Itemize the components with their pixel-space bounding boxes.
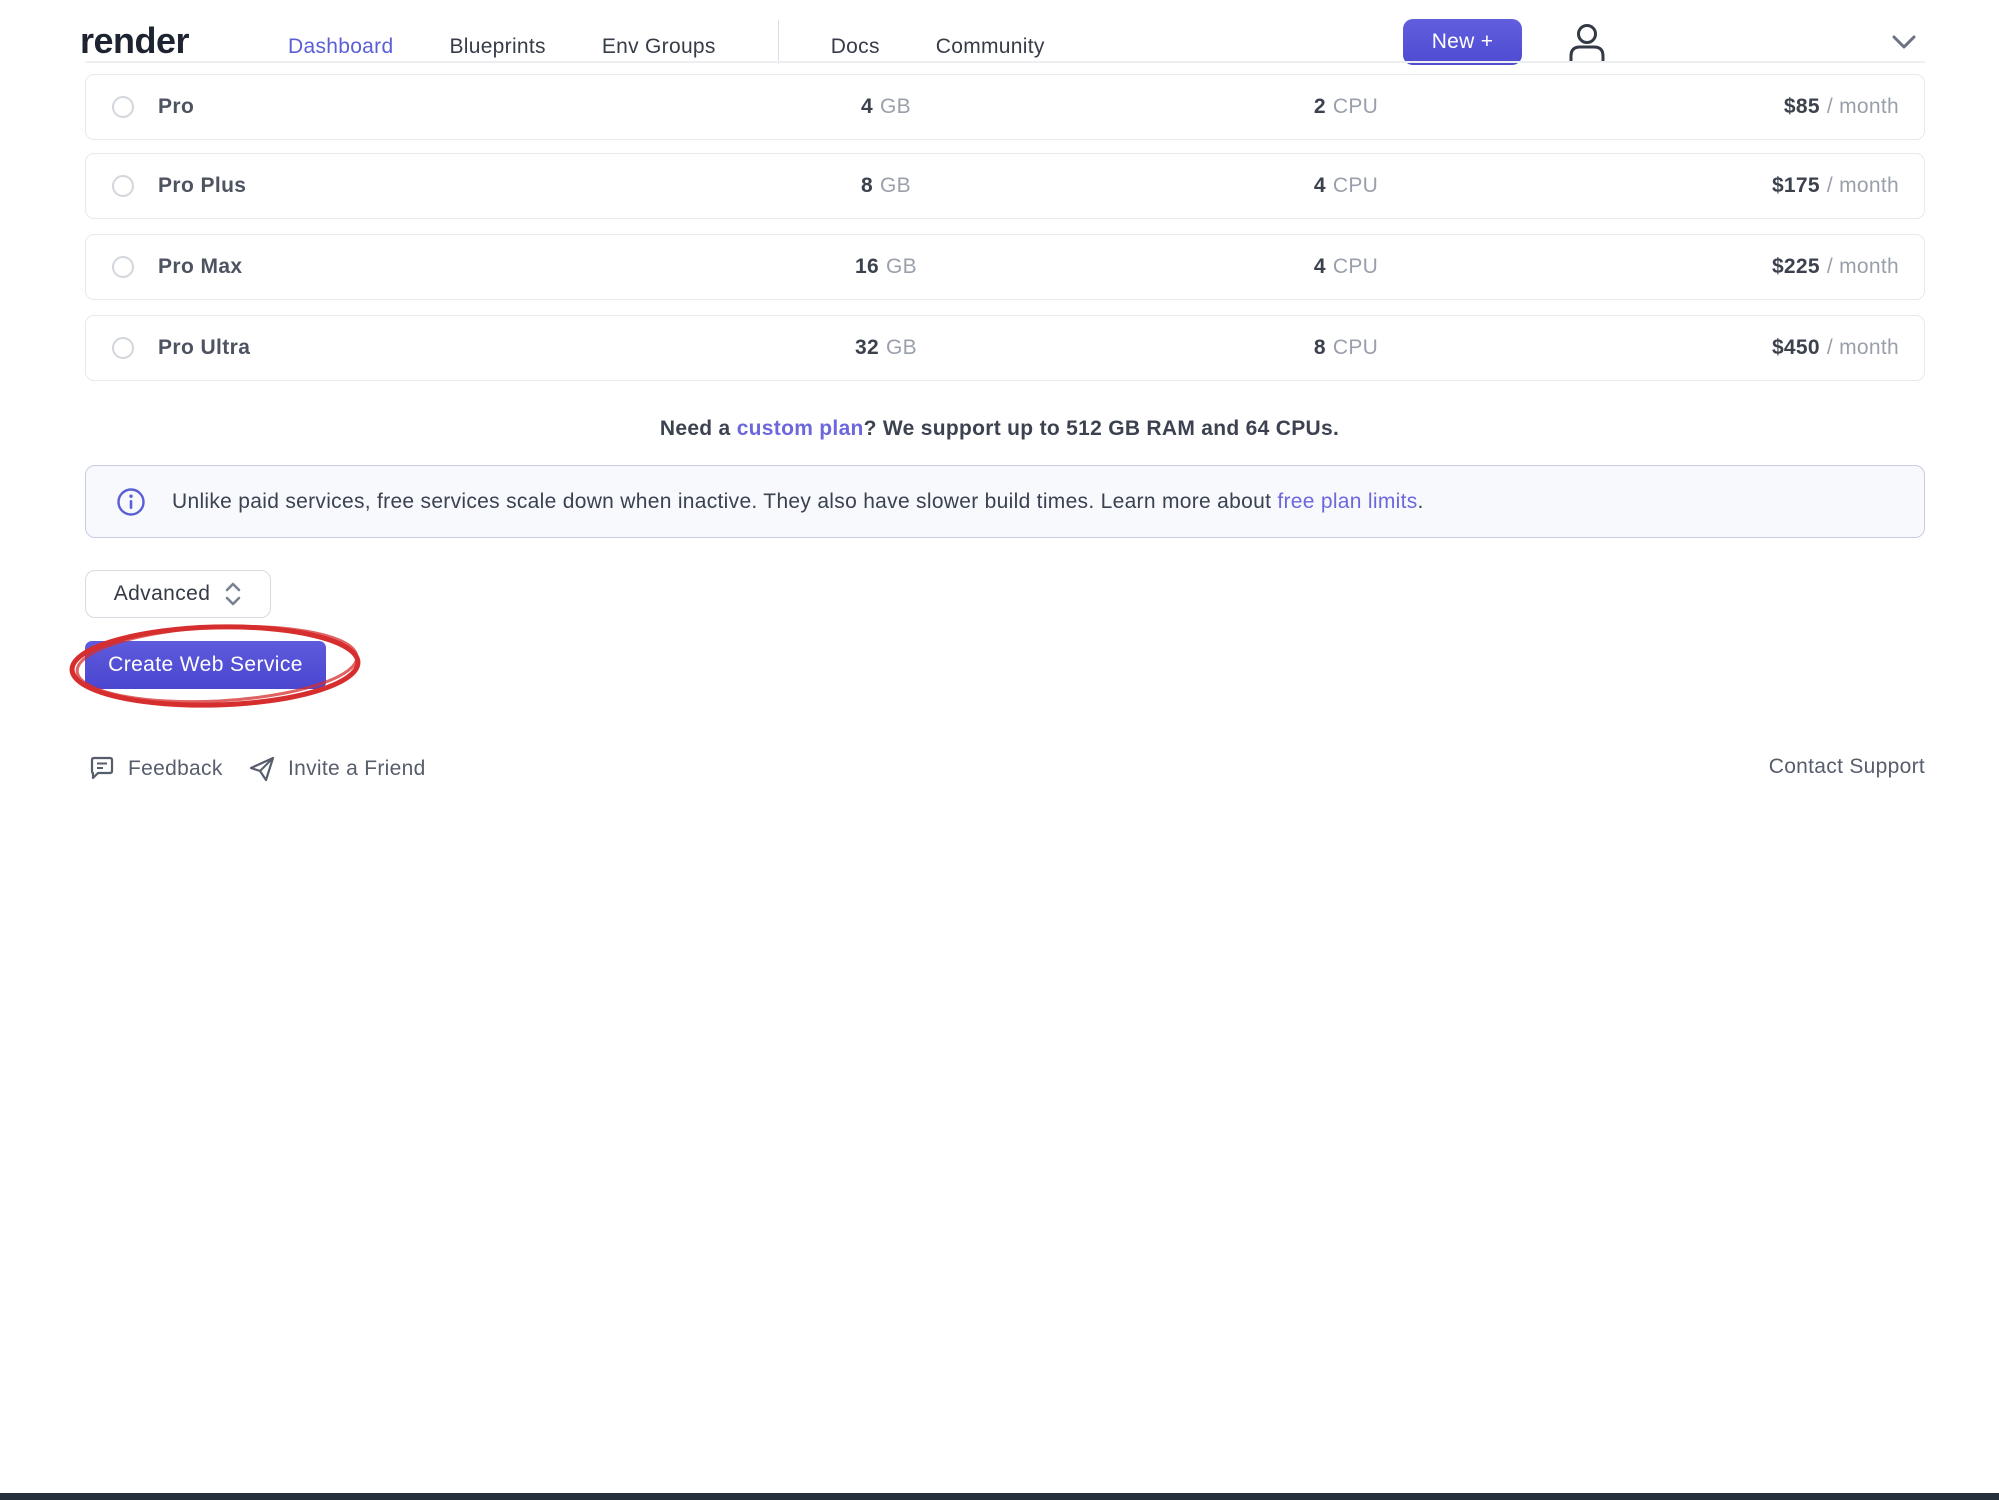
radio-button[interactable] xyxy=(112,96,134,118)
price-cell: $225 / month xyxy=(1772,235,1899,299)
ram-unit: GB xyxy=(880,95,911,119)
chevron-down-icon[interactable] xyxy=(1890,32,1918,57)
plan-row-pro-plus[interactable]: Pro Plus 8 GB 4 CPU $175 / month xyxy=(85,153,1925,219)
plan-name-cell: Pro Plus xyxy=(112,154,246,218)
ram-value: 4 xyxy=(861,95,873,119)
ram-value: 32 xyxy=(855,336,879,360)
contact-support-label: Contact Support xyxy=(1769,755,1925,779)
price-value: $175 xyxy=(1772,174,1820,198)
price-value: $225 xyxy=(1772,255,1820,279)
banner-text: Unlike paid services, free services scal… xyxy=(172,490,1424,514)
up-down-chevron-icon xyxy=(224,581,242,607)
ram-cell: 8 GB xyxy=(776,154,996,218)
render-dashboard-page: render Dashboard Blueprints Env Groups D… xyxy=(0,0,1999,1500)
custom-plan-prefix: Need a xyxy=(660,417,737,440)
cpu-value: 8 xyxy=(1314,336,1326,360)
speech-bubble-icon xyxy=(88,755,116,783)
price-suffix: / month xyxy=(1827,174,1899,198)
plan-name: Pro xyxy=(158,95,194,119)
cpu-cell: 4 CPU xyxy=(1236,235,1456,299)
plan-name-cell: Pro Ultra xyxy=(112,316,250,380)
ram-unit: GB xyxy=(886,336,917,360)
free-plan-info-banner: Unlike paid services, free services scal… xyxy=(85,465,1925,538)
advanced-toggle[interactable]: Advanced xyxy=(85,570,271,618)
nav-item-env-groups[interactable]: Env Groups xyxy=(602,35,716,59)
render-logo[interactable]: render xyxy=(80,20,189,62)
ram-cell: 32 GB xyxy=(776,316,996,380)
nav-item-blueprints[interactable]: Blueprints xyxy=(449,35,545,59)
cpu-value: 2 xyxy=(1314,95,1326,119)
ram-cell: 16 GB xyxy=(776,235,996,299)
ram-unit: GB xyxy=(880,174,911,198)
price-cell: $450 / month xyxy=(1772,316,1899,380)
price-value: $450 xyxy=(1772,336,1820,360)
ram-cell: 4 GB xyxy=(776,75,996,139)
free-plan-limits-link[interactable]: free plan limits xyxy=(1277,490,1417,513)
plan-name-cell: Pro xyxy=(112,75,194,139)
custom-plan-suffix: ? We support up to 512 GB RAM and 64 CPU… xyxy=(864,417,1339,440)
cpu-cell: 4 CPU xyxy=(1236,154,1456,218)
info-icon xyxy=(116,487,146,517)
price-suffix: / month xyxy=(1827,95,1899,119)
plan-name: Pro Plus xyxy=(158,174,246,198)
plan-row-pro[interactable]: Pro 4 GB 2 CPU $85 / month xyxy=(85,74,1925,140)
invite-label: Invite a Friend xyxy=(288,757,426,781)
nav-item-dashboard[interactable]: Dashboard xyxy=(288,35,393,59)
radio-button[interactable] xyxy=(112,175,134,197)
create-web-service-button[interactable]: Create Web Service xyxy=(85,641,326,689)
cpu-value: 4 xyxy=(1314,174,1326,198)
radio-button[interactable] xyxy=(112,256,134,278)
price-suffix: / month xyxy=(1827,336,1899,360)
banner-suffix: . xyxy=(1418,490,1424,513)
bottom-window-bar xyxy=(0,1493,1999,1500)
advanced-label: Advanced xyxy=(114,582,211,606)
cpu-cell: 8 CPU xyxy=(1236,316,1456,380)
invite-a-friend-link[interactable]: Invite a Friend xyxy=(248,755,426,783)
plan-row-pro-max[interactable]: Pro Max 16 GB 4 CPU $225 / month xyxy=(85,234,1925,300)
feedback-link[interactable]: Feedback xyxy=(88,755,223,783)
previous-row-edge xyxy=(85,61,1925,63)
cpu-unit: CPU xyxy=(1333,336,1378,360)
cpu-cell: 2 CPU xyxy=(1236,75,1456,139)
banner-message: Unlike paid services, free services scal… xyxy=(172,490,1277,513)
cpu-unit: CPU xyxy=(1333,95,1378,119)
cpu-unit: CPU xyxy=(1333,174,1378,198)
nav-item-community[interactable]: Community xyxy=(936,35,1045,59)
custom-plan-link[interactable]: custom plan xyxy=(737,417,864,440)
cpu-value: 4 xyxy=(1314,255,1326,279)
contact-support-link[interactable]: Contact Support xyxy=(1769,755,1925,779)
new-button[interactable]: New + xyxy=(1403,19,1522,65)
nav-item-docs[interactable]: Docs xyxy=(831,35,880,59)
price-suffix: / month xyxy=(1827,255,1899,279)
plan-row-pro-ultra[interactable]: Pro Ultra 32 GB 8 CPU $450 / month xyxy=(85,315,1925,381)
price-value: $85 xyxy=(1784,95,1820,119)
plan-name: Pro Ultra xyxy=(158,336,250,360)
ram-value: 8 xyxy=(861,174,873,198)
custom-plan-line: Need a custom plan? We support up to 512… xyxy=(0,417,1999,441)
radio-button[interactable] xyxy=(112,337,134,359)
ram-value: 16 xyxy=(855,255,879,279)
nav-links: Dashboard Blueprints Env Groups Docs Com… xyxy=(288,30,1101,64)
person-icon[interactable] xyxy=(1562,18,1612,73)
plan-name: Pro Max xyxy=(158,255,243,279)
ram-unit: GB xyxy=(886,255,917,279)
feedback-label: Feedback xyxy=(128,757,223,781)
cpu-unit: CPU xyxy=(1333,255,1378,279)
nav-divider xyxy=(778,20,779,64)
price-cell: $85 / month xyxy=(1784,75,1899,139)
paper-plane-icon xyxy=(248,755,276,783)
price-cell: $175 / month xyxy=(1772,154,1899,218)
plan-name-cell: Pro Max xyxy=(112,235,243,299)
